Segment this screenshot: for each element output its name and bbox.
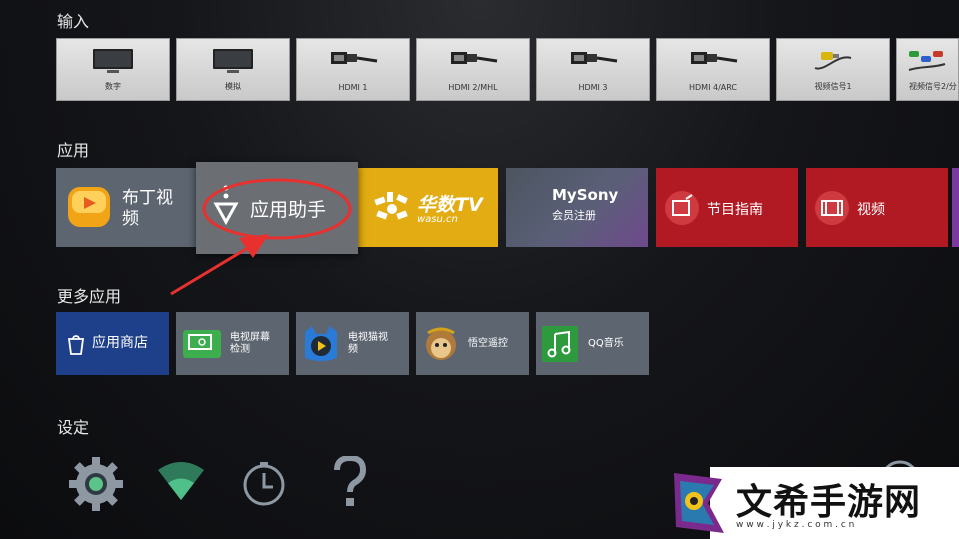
wukong-monkey-icon [426,327,456,360]
watermark-logo-icon [674,473,724,533]
timer-icon[interactable] [240,460,288,508]
tv-icon [93,49,133,73]
input-tile-hdmi1[interactable]: HDMI 1 [296,38,410,101]
more-tile-wukong-remote[interactable]: 悟空遥控 [416,312,529,375]
tv-cat-logo-icon [305,326,337,361]
arrow-annotation-icon [170,234,269,296]
app-tile-program-guide[interactable]: 节目指南 [656,168,798,247]
more-label-app-store: 应用商店 [92,335,148,351]
input-tile-hdmi2[interactable]: HDMI 2/MHL [416,38,530,101]
help-question-icon[interactable] [333,456,367,510]
app-label-line2: 频 [122,209,139,229]
section-title-settings: 设定 [57,418,90,437]
input-label: HDMI 1 [338,83,368,92]
more-tile-app-store[interactable]: 应用商店 [56,312,169,375]
more-label-line2: 检测 [230,344,250,355]
watermark-text: 文希手游网 [736,482,922,523]
app-label-video: 视频 [857,202,885,218]
input-tile-hdmi4[interactable]: HDMI 4/ARC [656,38,770,101]
section-title-apps: 应用 [57,141,90,160]
watermark-url: w w w . j y k z . c o m . c n [736,520,855,530]
hdmi-icon [451,52,498,64]
hdmi-icon [691,52,738,64]
more-tile-tv-cat[interactable]: 电视猫视 频 [296,312,409,375]
wasu-logo-icon [374,192,408,220]
input-tile-video2[interactable]: 视频信号2/分 [896,38,959,101]
more-label-qq-music: QQ音乐 [588,338,624,349]
buding-video-logo-icon [68,187,110,227]
input-label: HDMI 2/MHL [448,83,498,92]
app-label-program-guide: 节目指南 [707,202,763,218]
app-label-line1: 布丁视 [122,188,173,208]
av-cable-icon [908,51,946,71]
app-tile-wasu-tv[interactable]: 华数TV wasu.cn [355,168,498,247]
wifi-icon[interactable] [156,462,206,502]
tv-icon [213,49,253,73]
input-tile-digital[interactable]: 数字 [56,38,170,101]
gear-icon[interactable] [67,455,125,513]
input-tile-video1[interactable]: 视频信号1 [776,38,890,101]
program-guide-icon [665,191,699,225]
hdmi-icon [571,52,618,64]
app-tile-mysony[interactable]: MySony 会员注册 [506,168,648,247]
app-label-wasu-url: wasu.cn [417,214,458,225]
section-title-more-apps: 更多应用 [57,287,122,306]
app-tile-partial[interactable] [952,168,959,247]
shopping-bag-icon [67,335,85,355]
hdmi-icon [331,52,378,64]
input-label: 视频信号1 [814,82,852,91]
more-label-wukong: 悟空遥控 [468,338,508,349]
screen-test-icon [183,330,221,358]
film-icon [815,191,849,225]
app-label-mysony-sub: 会员注册 [552,209,596,222]
input-label: HDMI 3 [578,83,608,92]
input-label: HDMI 4/ARC [689,83,737,92]
input-tile-hdmi3[interactable]: HDMI 3 [536,38,650,101]
more-label-line1: 电视屏幕 [230,332,270,343]
music-note-icon [542,326,578,362]
input-label: 视频信号2/分 [909,82,957,91]
more-label-line2: 频 [348,344,358,355]
input-tile-analog[interactable]: 模拟 [176,38,290,101]
section-title-inputs: 输入 [57,12,90,31]
input-label: 数字 [105,82,121,91]
more-tile-screen-test[interactable]: 电视屏幕 检测 [176,312,289,375]
more-label-line1: 电视猫视 [348,332,388,343]
app-label-wasu: 华数TV [417,194,483,216]
more-tile-qq-music[interactable]: QQ音乐 [536,312,649,375]
watermark-panel: 文希手游网 w w w . j y k z . c o m . c n [710,467,959,539]
app-tile-video[interactable]: 视频 [806,168,948,247]
av-cable-icon [814,52,852,70]
input-label: 模拟 [225,82,241,91]
app-label-mysony: MySony [552,186,619,204]
